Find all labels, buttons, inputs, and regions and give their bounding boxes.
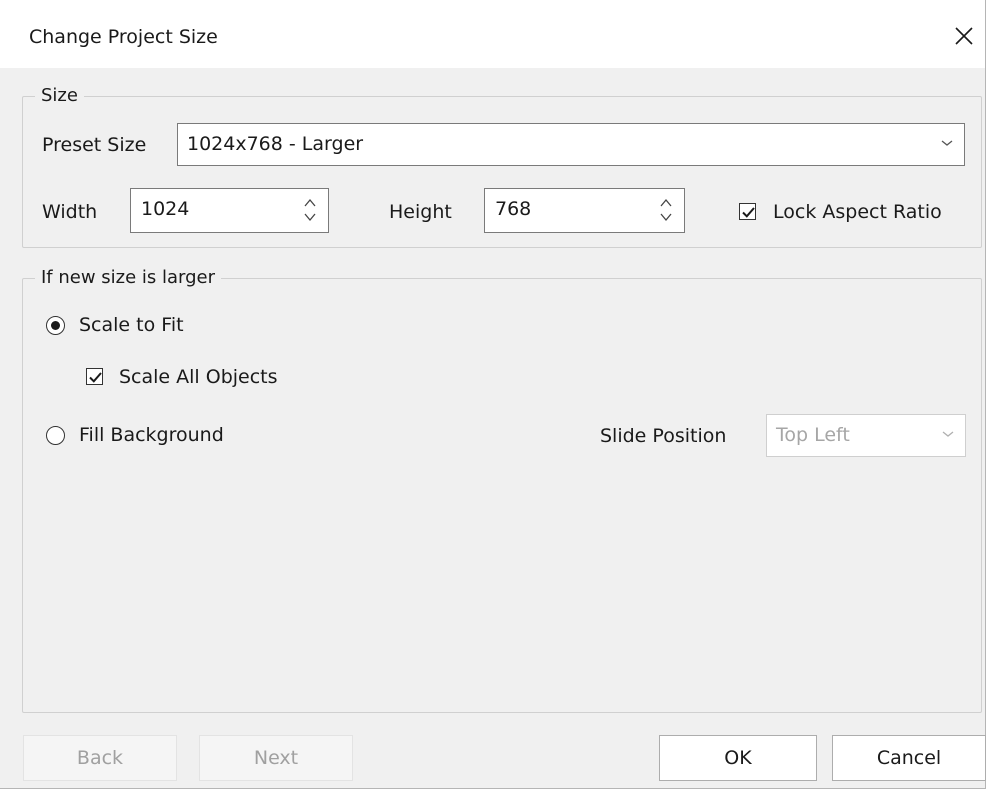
slide-position-dropdown[interactable]: Top Left bbox=[766, 414, 966, 457]
larger-size-group-legend: If new size is larger bbox=[35, 267, 222, 289]
width-label: Width bbox=[42, 201, 98, 223]
checkmark-icon bbox=[89, 372, 102, 383]
larger-size-group: If new size is larger bbox=[22, 267, 982, 713]
chevron-down-icon bbox=[942, 431, 954, 437]
height-stepper[interactable]: 768 bbox=[484, 188, 685, 233]
scale-to-fit-radio[interactable] bbox=[46, 316, 65, 335]
fill-background-radio[interactable] bbox=[46, 426, 65, 445]
scale-all-objects-label[interactable]: Scale All Objects bbox=[119, 365, 278, 389]
checkmark-icon bbox=[742, 207, 755, 218]
height-label: Height bbox=[389, 201, 452, 223]
width-value: 1024 bbox=[141, 198, 190, 220]
preset-size-value: 1024x768 - Larger bbox=[187, 133, 364, 155]
dialog-title: Change Project Size bbox=[29, 26, 218, 48]
spinner-arrows-icon[interactable] bbox=[658, 195, 674, 225]
back-button[interactable]: Back bbox=[23, 735, 177, 781]
height-value: 768 bbox=[495, 198, 532, 220]
radio-selected-dot bbox=[51, 321, 60, 330]
slide-position-value: Top Left bbox=[776, 424, 850, 446]
lock-aspect-ratio-label[interactable]: Lock Aspect Ratio bbox=[773, 200, 942, 224]
preset-size-label: Preset Size bbox=[42, 134, 147, 156]
change-project-size-dialog: Change Project Size Size Preset Size 102… bbox=[0, 0, 986, 789]
close-icon bbox=[955, 27, 973, 45]
next-button[interactable]: Next bbox=[199, 735, 353, 781]
close-button[interactable] bbox=[946, 18, 982, 54]
slide-position-label: Slide Position bbox=[600, 425, 727, 447]
fill-background-label[interactable]: Fill Background bbox=[79, 423, 224, 447]
lock-aspect-ratio-checkbox[interactable] bbox=[739, 203, 756, 220]
cancel-button[interactable]: Cancel bbox=[832, 735, 986, 781]
preset-size-dropdown[interactable]: 1024x768 - Larger bbox=[177, 123, 965, 166]
spinner-arrows-icon[interactable] bbox=[302, 195, 318, 225]
size-group-legend: Size bbox=[35, 85, 84, 107]
scale-to-fit-label[interactable]: Scale to Fit bbox=[79, 313, 184, 337]
chevron-down-icon bbox=[941, 140, 953, 146]
scale-all-objects-checkbox[interactable] bbox=[86, 368, 103, 385]
width-stepper[interactable]: 1024 bbox=[130, 188, 329, 233]
title-bar: Change Project Size bbox=[0, 0, 985, 68]
ok-button[interactable]: OK bbox=[659, 735, 817, 781]
